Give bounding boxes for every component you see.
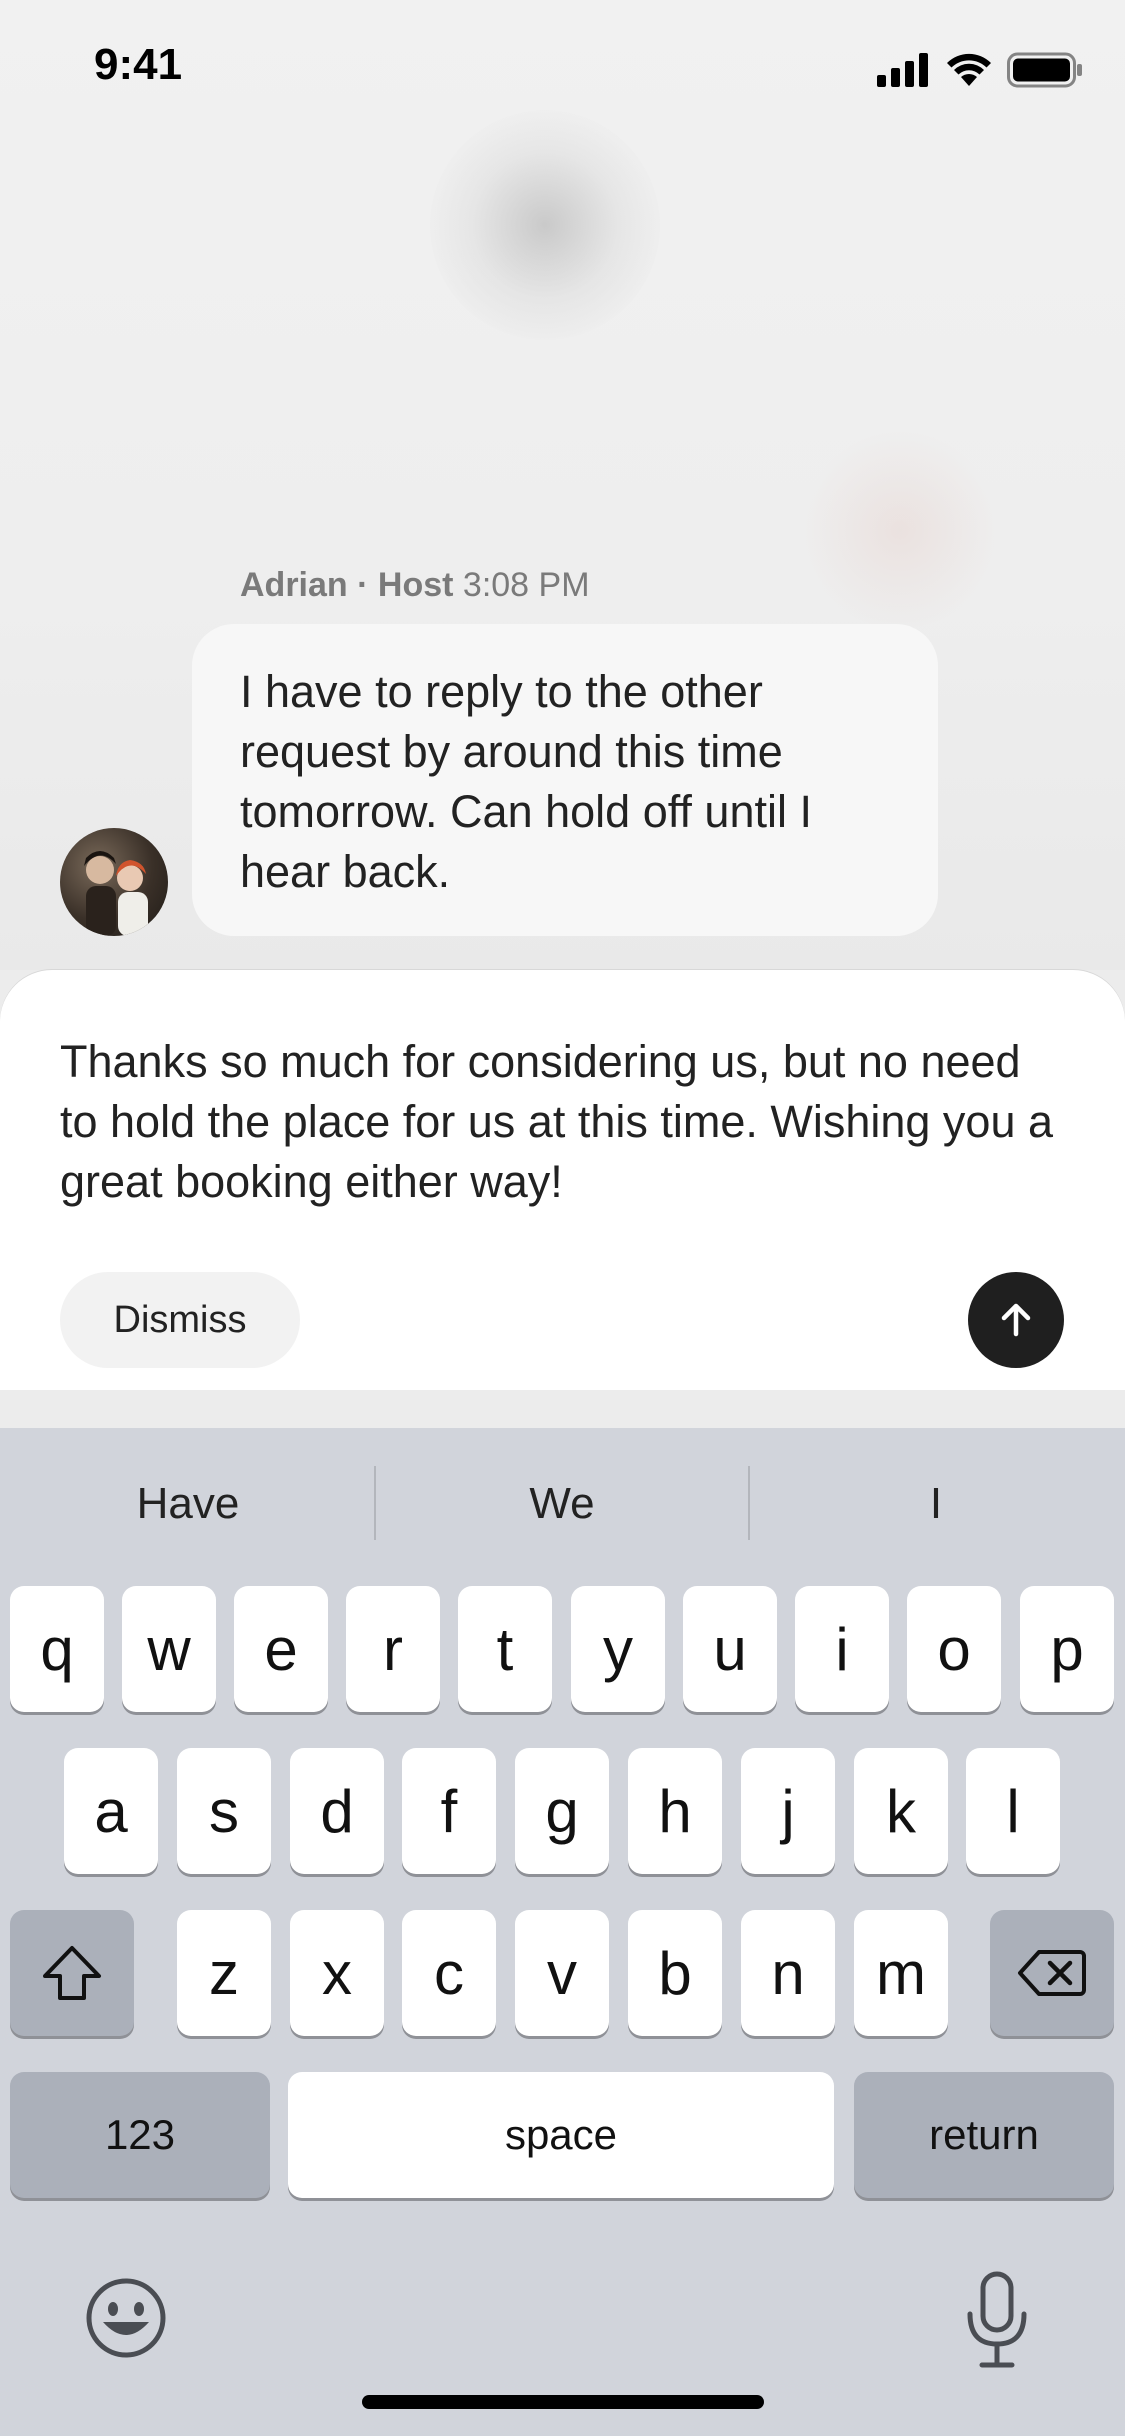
status-time: 9:41: [94, 40, 183, 89]
battery-icon: [1007, 52, 1082, 88]
key-s[interactable]: s: [177, 1748, 271, 1874]
key-p[interactable]: p: [1020, 1586, 1114, 1712]
key-j[interactable]: j: [741, 1748, 835, 1874]
key-z[interactable]: z: [177, 1910, 271, 2036]
arrow-up-icon: [1001, 1303, 1031, 1337]
key-c[interactable]: c: [402, 1910, 496, 2036]
key-b[interactable]: b: [628, 1910, 722, 2036]
key-n[interactable]: n: [741, 1910, 835, 2036]
message-bubble[interactable]: I have to reply to the other request by …: [192, 624, 938, 936]
backspace-key[interactable]: [990, 1910, 1114, 2036]
key-q[interactable]: q: [10, 1586, 104, 1712]
suggestion-3[interactable]: I: [750, 1468, 1122, 1540]
return-key[interactable]: return: [854, 2072, 1114, 2198]
status-icons: [877, 50, 1083, 90]
sender-role: Host: [377, 566, 454, 604]
suggestion-1[interactable]: Have: [2, 1468, 374, 1540]
message-meta: Adrian · Host 3:08 PM: [240, 566, 590, 605]
backspace-icon: [1018, 1950, 1086, 1996]
avatar[interactable]: [60, 828, 168, 936]
key-x[interactable]: x: [290, 1910, 384, 2036]
key-o[interactable]: o: [907, 1586, 1001, 1712]
space-key[interactable]: space: [288, 2072, 834, 2198]
key-h[interactable]: h: [628, 1748, 722, 1874]
key-a[interactable]: a: [64, 1748, 158, 1874]
send-button[interactable]: [968, 1272, 1064, 1368]
key-i[interactable]: i: [795, 1586, 889, 1712]
dismiss-button[interactable]: Dismiss: [60, 1272, 300, 1368]
message-timestamp: 3:08 PM: [462, 566, 590, 604]
key-m[interactable]: m: [854, 1910, 948, 2036]
key-d[interactable]: d: [290, 1748, 384, 1874]
key-l[interactable]: l: [966, 1748, 1060, 1874]
microphone-icon: [967, 2271, 1027, 2368]
message-text: I have to reply to the other request by …: [240, 666, 812, 897]
status-bar: 9:41: [0, 0, 1125, 140]
sender-name: Adrian: [240, 566, 348, 604]
key-g[interactable]: g: [515, 1748, 609, 1874]
emoji-icon: [86, 2278, 166, 2358]
shift-key[interactable]: [10, 1910, 134, 2036]
avatar-photo-icon: [84, 851, 148, 936]
cellular-signal-icon: [877, 53, 928, 87]
home-indicator[interactable]: [362, 2395, 764, 2409]
key-k[interactable]: k: [854, 1748, 948, 1874]
shift-icon: [43, 1946, 101, 2000]
blurred-backdrop-accent: [800, 430, 1000, 630]
draft-message-input[interactable]: Thanks so much for considering us, but n…: [60, 1032, 1060, 1212]
wifi-icon: [947, 53, 991, 86]
key-u[interactable]: u: [683, 1586, 777, 1712]
key-v[interactable]: v: [515, 1910, 609, 2036]
dictation-button[interactable]: [962, 2270, 1032, 2370]
meta-separator: ·: [347, 566, 378, 604]
key-t[interactable]: t: [458, 1586, 552, 1712]
key-w[interactable]: w: [122, 1586, 216, 1712]
numbers-key[interactable]: 123: [10, 2072, 270, 2198]
key-y[interactable]: y: [571, 1586, 665, 1712]
key-f[interactable]: f: [402, 1748, 496, 1874]
key-e[interactable]: e: [234, 1586, 328, 1712]
blurred-backdrop: [430, 110, 660, 340]
suggestion-2[interactable]: We: [376, 1468, 748, 1540]
emoji-button[interactable]: [84, 2276, 168, 2360]
key-r[interactable]: r: [346, 1586, 440, 1712]
